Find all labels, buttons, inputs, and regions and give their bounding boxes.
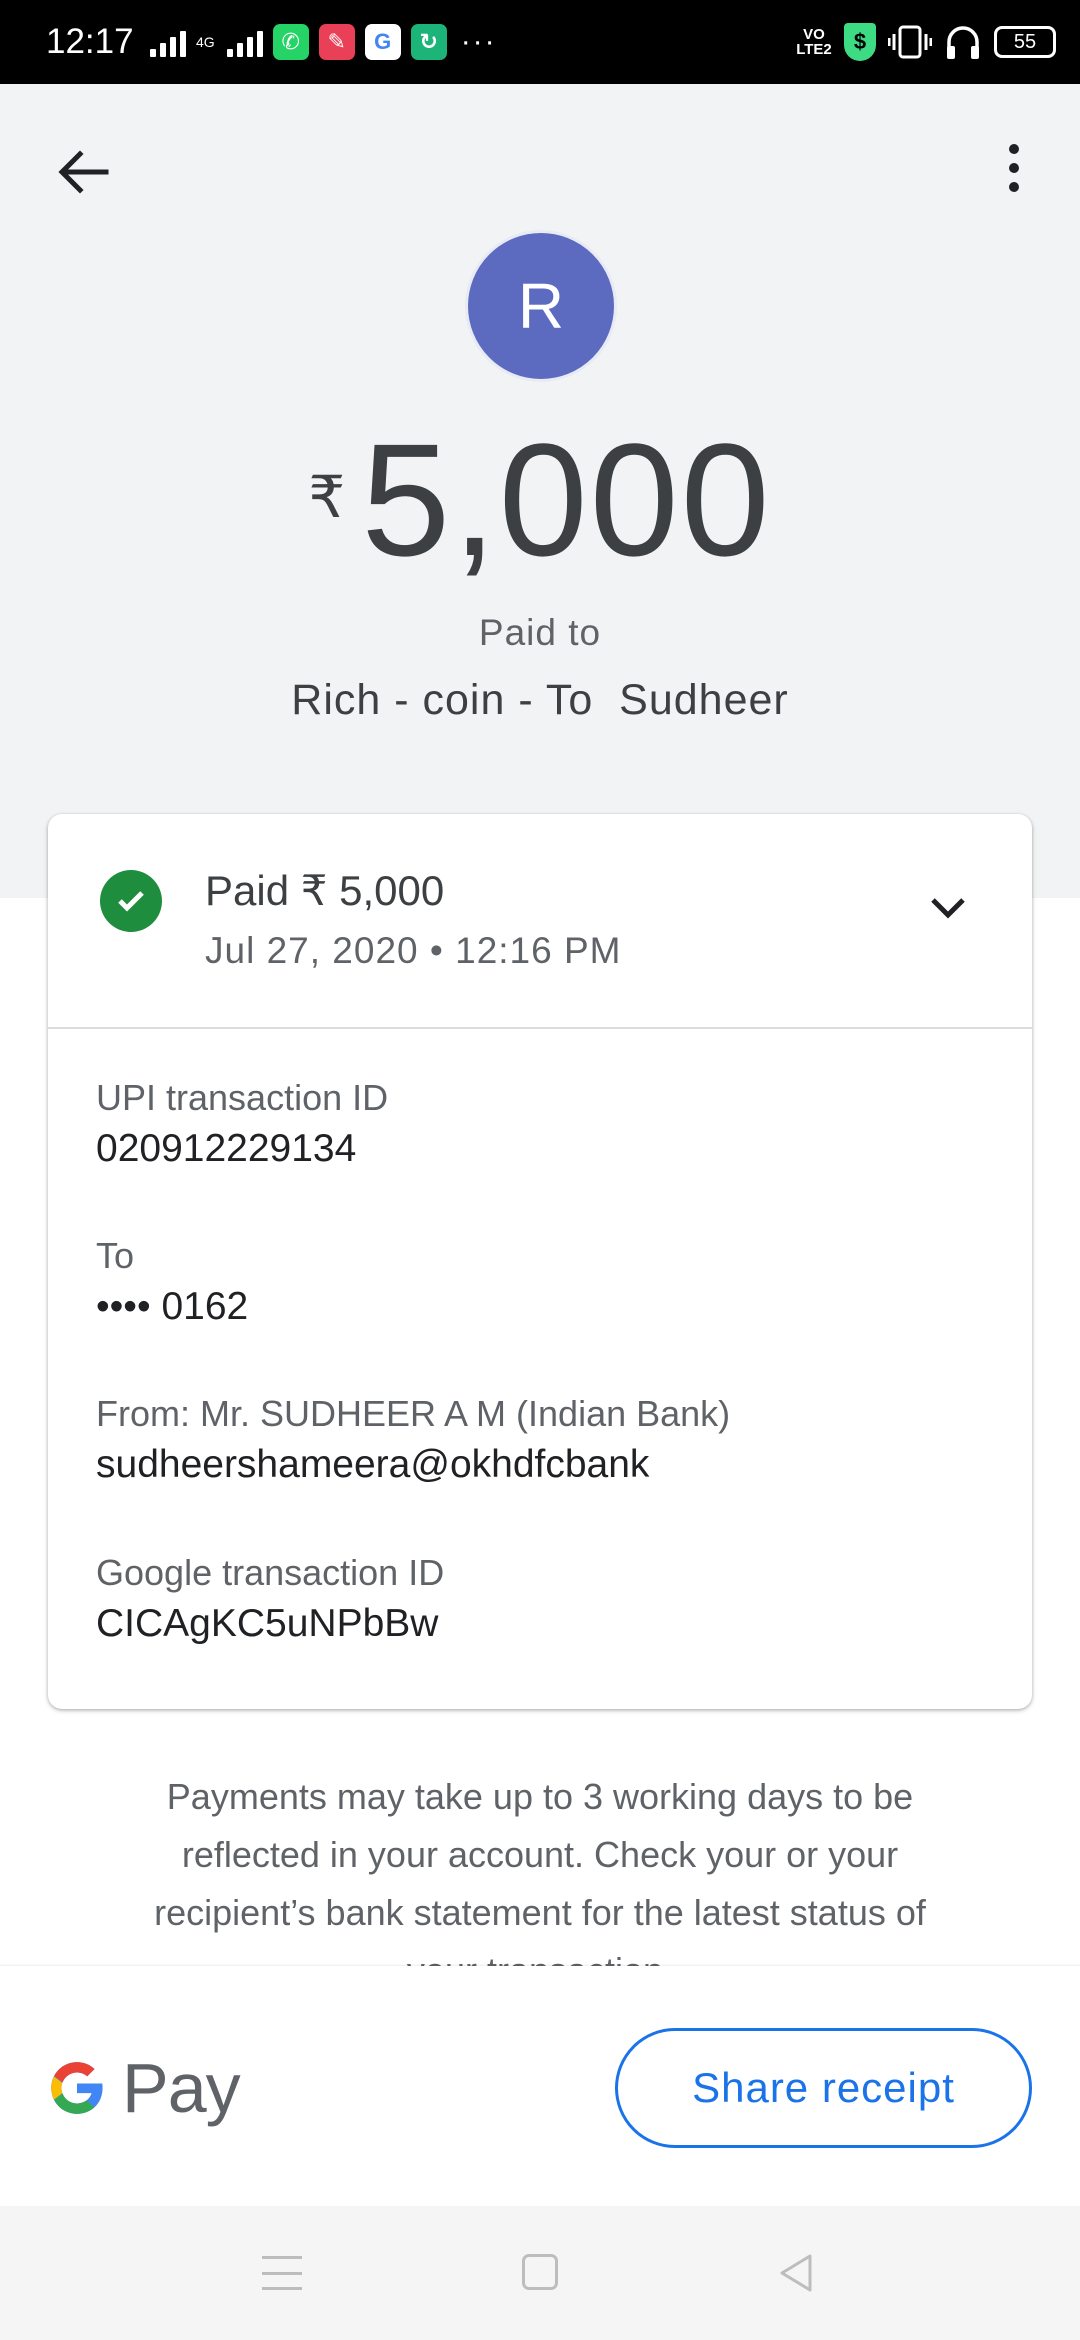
google-icon: G	[364, 24, 401, 60]
detail-upi-transaction-id: UPI transaction ID 020912229134	[96, 1076, 388, 1174]
bottom-action-bar: Pay Share receipt	[0, 1966, 1080, 2206]
sync-app-icon: ↻	[410, 24, 447, 60]
avatar: R	[465, 230, 617, 382]
status-bar: 12:17 4G ✆ ✎ G ↻ ··· VO LTE2 $ 55	[0, 0, 1080, 84]
detail-label: From: Mr. SUDHEER A M (Indian Bank)	[96, 1393, 731, 1434]
nav-back-icon[interactable]	[776, 2252, 816, 2294]
vibrate-icon	[888, 25, 932, 59]
paid-to-label: Paid to	[478, 612, 602, 653]
system-navigation-bar	[0, 2206, 1080, 2340]
google-g-icon	[51, 2062, 103, 2114]
payment-datetime: Jul 27, 2020 • 12:16 PM	[205, 930, 622, 971]
google-pay-logo: Pay	[46, 2048, 241, 2128]
transaction-card: Paid ₹ 5,000 Jul 27, 2020 • 12:16 PM UPI…	[48, 814, 1032, 1709]
shield-icon: $	[844, 23, 876, 61]
detail-value: 020912229134	[96, 1127, 357, 1170]
whatsapp-icon: ✆	[272, 24, 309, 60]
status-right-icons: VO LTE2 $ 55	[796, 20, 1056, 64]
currency-symbol: ₹	[308, 465, 346, 530]
home-icon[interactable]	[522, 2254, 558, 2290]
pay-brand-text: Pay	[122, 2049, 241, 2127]
volte-indicator: VO LTE2	[796, 26, 832, 58]
payment-status: Paid ₹ 5,000	[205, 867, 445, 914]
more-vert-icon[interactable]	[994, 136, 1034, 200]
card-divider	[48, 1027, 1032, 1029]
signal-icon	[150, 27, 186, 57]
signal-icon-2	[226, 27, 263, 57]
status-left-icons: 4G ✆ ✎ G ↻ ···	[150, 22, 497, 62]
detail-label: Google transaction ID	[96, 1552, 445, 1593]
detail-value: •••• 0162	[96, 1285, 249, 1328]
network-type: 4G	[196, 34, 215, 50]
check-circle-icon	[100, 870, 162, 932]
detail-to: To •••• 0162	[96, 1234, 248, 1332]
arrow-back-icon[interactable]	[52, 140, 116, 204]
amount-display: ₹ 5,000	[0, 415, 1080, 585]
chevron-down-icon[interactable]	[918, 876, 978, 936]
detail-label: To	[96, 1235, 135, 1276]
status-time: 12:17	[46, 22, 134, 61]
detail-value: CICAgKC5uNPbBw	[96, 1602, 439, 1645]
share-receipt-button[interactable]: Share receipt	[615, 2028, 1032, 2148]
more-notifications-icon: ···	[460, 25, 497, 58]
detail-from: From: Mr. SUDHEER A M (Indian Bank) sudh…	[96, 1392, 730, 1490]
payee-name: Rich - coin - To Sudheer	[291, 676, 789, 724]
battery-icon: 55	[994, 26, 1056, 58]
detail-value: sudheershameera@okhdfcbank	[96, 1443, 650, 1486]
detail-google-transaction-id: Google transaction ID CICAgKC5uNPbBw	[96, 1551, 444, 1649]
payment-notice: Payments may take up to 3 working days t…	[154, 1776, 926, 1970]
app-notification-icon: ✎	[318, 24, 355, 60]
amount-value: 5,000	[361, 410, 772, 589]
recent-apps-icon[interactable]	[262, 2256, 302, 2290]
detail-label: UPI transaction ID	[96, 1077, 389, 1118]
headphones-icon	[947, 26, 979, 59]
